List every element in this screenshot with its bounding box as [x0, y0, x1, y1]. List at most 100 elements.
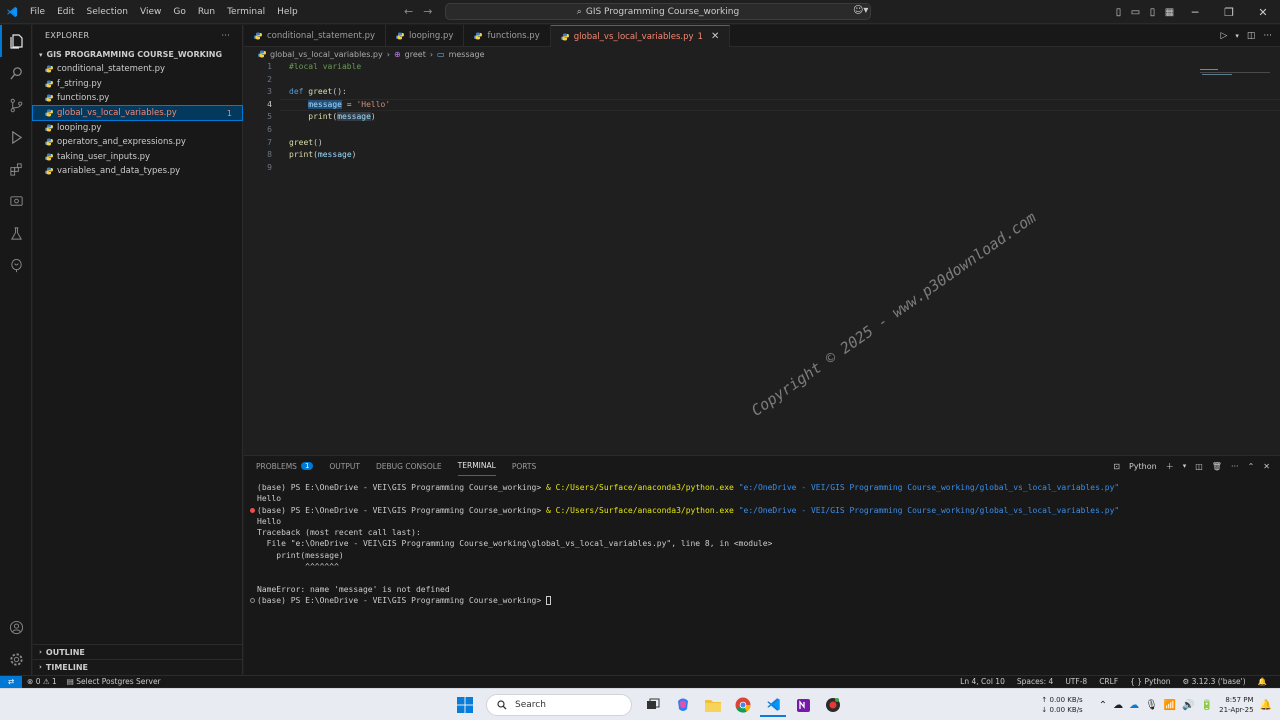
- split-terminal-icon[interactable]: ◫: [1195, 462, 1203, 471]
- testing-icon[interactable]: [0, 217, 32, 249]
- onenote-icon[interactable]: [790, 693, 816, 717]
- file-item-variables-and-data-types[interactable]: variables_and_data_types.py: [33, 164, 242, 179]
- postgres-server-status[interactable]: ▤ Select Postgres Server: [62, 677, 166, 686]
- split-editor-icon[interactable]: ◫: [1247, 31, 1256, 41]
- back-arrow-icon[interactable]: ←: [404, 0, 413, 24]
- remote-indicator-icon[interactable]: ⇄: [0, 675, 22, 688]
- menu-selection[interactable]: Selection: [81, 0, 134, 24]
- tab-functions[interactable]: functions.py: [464, 25, 551, 47]
- search-view-icon[interactable]: [0, 57, 32, 89]
- system-clock[interactable]: 8:57 PM 21-Apr-25: [1219, 695, 1253, 715]
- outline-section[interactable]: › OUTLINE: [33, 644, 243, 659]
- restore-window-icon[interactable]: ❐: [1212, 6, 1246, 19]
- breadcrumb-file[interactable]: global_vs_local_variables.py: [270, 50, 383, 59]
- tab-looping[interactable]: looping.py: [386, 25, 465, 47]
- file-item-conditional-statement[interactable]: conditional_statement.py: [33, 62, 242, 77]
- notification-center-icon[interactable]: 🔔: [1260, 700, 1272, 711]
- file-item-global-vs-local-variables[interactable]: global_vs_local_variables.py 1: [32, 104, 243, 122]
- chrome-icon[interactable]: [730, 693, 756, 717]
- tab-conditional-statement[interactable]: conditional_statement.py: [244, 25, 387, 47]
- python-interpreter[interactable]: ⚙ 3.12.3 ('base'): [1177, 677, 1250, 686]
- close-icon[interactable]: ✕: [711, 31, 719, 42]
- volume-icon[interactable]: 🔊: [1182, 700, 1194, 711]
- breadcrumb-variable[interactable]: message: [449, 50, 485, 59]
- more-actions-icon[interactable]: ···: [1231, 462, 1239, 471]
- terminal-arg: "e:/OneDrive - VEI/GIS Programming Cours…: [738, 483, 1120, 492]
- tab-global-vs-local-variables[interactable]: global_vs_local_variables.py 1 ✕: [550, 25, 731, 47]
- screen-recorder-icon[interactable]: [820, 693, 846, 717]
- terminal-output[interactable]: (base) PS E:\OneDrive - VEI\GIS Programm…: [250, 482, 1270, 606]
- chevron-down-icon[interactable]: ▾: [1235, 32, 1239, 40]
- tab-ports[interactable]: PORTS: [512, 456, 536, 476]
- toggle-secondary-sidebar-icon[interactable]: ▯: [1144, 7, 1161, 18]
- more-actions-icon[interactable]: ···: [221, 31, 230, 40]
- file-item-looping[interactable]: looping.py: [33, 120, 242, 135]
- indentation[interactable]: Spaces: 4: [1012, 677, 1058, 686]
- toggle-panel-icon[interactable]: ▭: [1127, 7, 1144, 18]
- onedrive-icon[interactable]: ☁: [1113, 700, 1123, 711]
- wifi-icon[interactable]: 📶: [1164, 700, 1176, 711]
- onedrive-business-icon[interactable]: ☁: [1129, 700, 1139, 711]
- task-view-icon[interactable]: [640, 693, 666, 717]
- menu-file[interactable]: File: [24, 0, 51, 24]
- language-mode[interactable]: { } Python: [1125, 677, 1175, 686]
- code-editor[interactable]: 1 #local variable 2 3 def greet(): 4 mes…: [244, 61, 1280, 454]
- file-item-taking-user-inputs[interactable]: taking_user_inputs.py: [33, 150, 242, 165]
- chevron-up-icon[interactable]: ⌃: [1099, 700, 1107, 711]
- menu-terminal[interactable]: Terminal: [221, 0, 271, 24]
- copilot-app-icon[interactable]: [670, 693, 696, 717]
- command-center-search[interactable]: ⌕ GIS Programming Course_working: [445, 3, 871, 20]
- tab-terminal[interactable]: TERMINAL: [457, 456, 496, 476]
- new-terminal-icon[interactable]: ＋: [1166, 461, 1174, 472]
- source-control-icon[interactable]: [0, 89, 32, 121]
- workspace-folder[interactable]: ▾ GIS PROGRAMMING COURSE_WORKING: [33, 47, 242, 62]
- settings-gear-icon[interactable]: [0, 643, 32, 675]
- close-window-icon[interactable]: ✕: [1246, 6, 1280, 19]
- file-item-functions[interactable]: functions.py: [33, 91, 242, 106]
- close-panel-icon[interactable]: ✕: [1263, 462, 1270, 471]
- run-python-file-icon[interactable]: ▷: [1220, 31, 1227, 41]
- warning-count: 1: [51, 677, 57, 686]
- minimap[interactable]: [1200, 67, 1270, 77]
- customize-layout-icon[interactable]: ▦: [1161, 7, 1178, 18]
- menu-help[interactable]: Help: [271, 0, 304, 24]
- breadcrumb-function[interactable]: greet: [405, 50, 426, 59]
- file-explorer-icon[interactable]: [700, 693, 726, 717]
- tab-problems[interactable]: PROBLEMS 1: [256, 456, 314, 476]
- file-item-f-string[interactable]: f_string.py: [33, 77, 242, 92]
- maximize-panel-icon[interactable]: ⌃: [1248, 462, 1255, 471]
- vscode-app-icon[interactable]: [760, 693, 786, 717]
- forward-arrow-icon[interactable]: →: [423, 0, 432, 24]
- tab-debug-console[interactable]: DEBUG CONSOLE: [376, 456, 442, 476]
- remote-explorer-icon[interactable]: [0, 185, 32, 217]
- menu-run[interactable]: Run: [192, 0, 221, 24]
- terminal-arg: "e:/OneDrive - VEI/GIS Programming Cours…: [738, 505, 1120, 515]
- menu-edit[interactable]: Edit: [51, 0, 80, 24]
- microphone-icon[interactable]: 🎙: [1145, 700, 1158, 711]
- accounts-icon[interactable]: [0, 611, 32, 643]
- toggle-primary-sidebar-icon[interactable]: ▯: [1110, 7, 1127, 18]
- menu-go[interactable]: Go: [167, 0, 191, 24]
- postgres-icon[interactable]: [0, 249, 32, 281]
- file-item-operators-and-expressions[interactable]: operators_and_expressions.py: [33, 135, 242, 150]
- copilot-icon[interactable]: ☺▾: [853, 5, 868, 16]
- minimize-window-icon[interactable]: ─: [1178, 6, 1212, 19]
- trash-icon[interactable]: 🗑: [1212, 462, 1222, 471]
- run-debug-icon[interactable]: [0, 121, 32, 153]
- end-of-line[interactable]: CRLF: [1094, 677, 1123, 686]
- battery-icon[interactable]: 🔋: [1201, 700, 1213, 711]
- extensions-icon[interactable]: [0, 153, 32, 185]
- terminal-shell-label[interactable]: Python: [1129, 462, 1157, 471]
- windows-start-icon[interactable]: [452, 693, 478, 717]
- explorer-icon[interactable]: [0, 25, 32, 57]
- tab-output[interactable]: OUTPUT: [329, 456, 360, 476]
- encoding[interactable]: UTF-8: [1060, 677, 1092, 686]
- cursor-position[interactable]: Ln 4, Col 10: [955, 677, 1010, 686]
- menu-view[interactable]: View: [134, 0, 167, 24]
- notifications-bell-icon[interactable]: 🔔: [1253, 677, 1272, 686]
- chevron-down-icon[interactable]: ▾: [1183, 462, 1187, 470]
- more-actions-icon[interactable]: ···: [1263, 31, 1272, 41]
- timeline-section[interactable]: › TIMELINE: [33, 659, 243, 674]
- taskbar-search[interactable]: Search: [486, 694, 632, 716]
- problems-status[interactable]: ⊗ 0 ⚠ 1: [22, 677, 62, 686]
